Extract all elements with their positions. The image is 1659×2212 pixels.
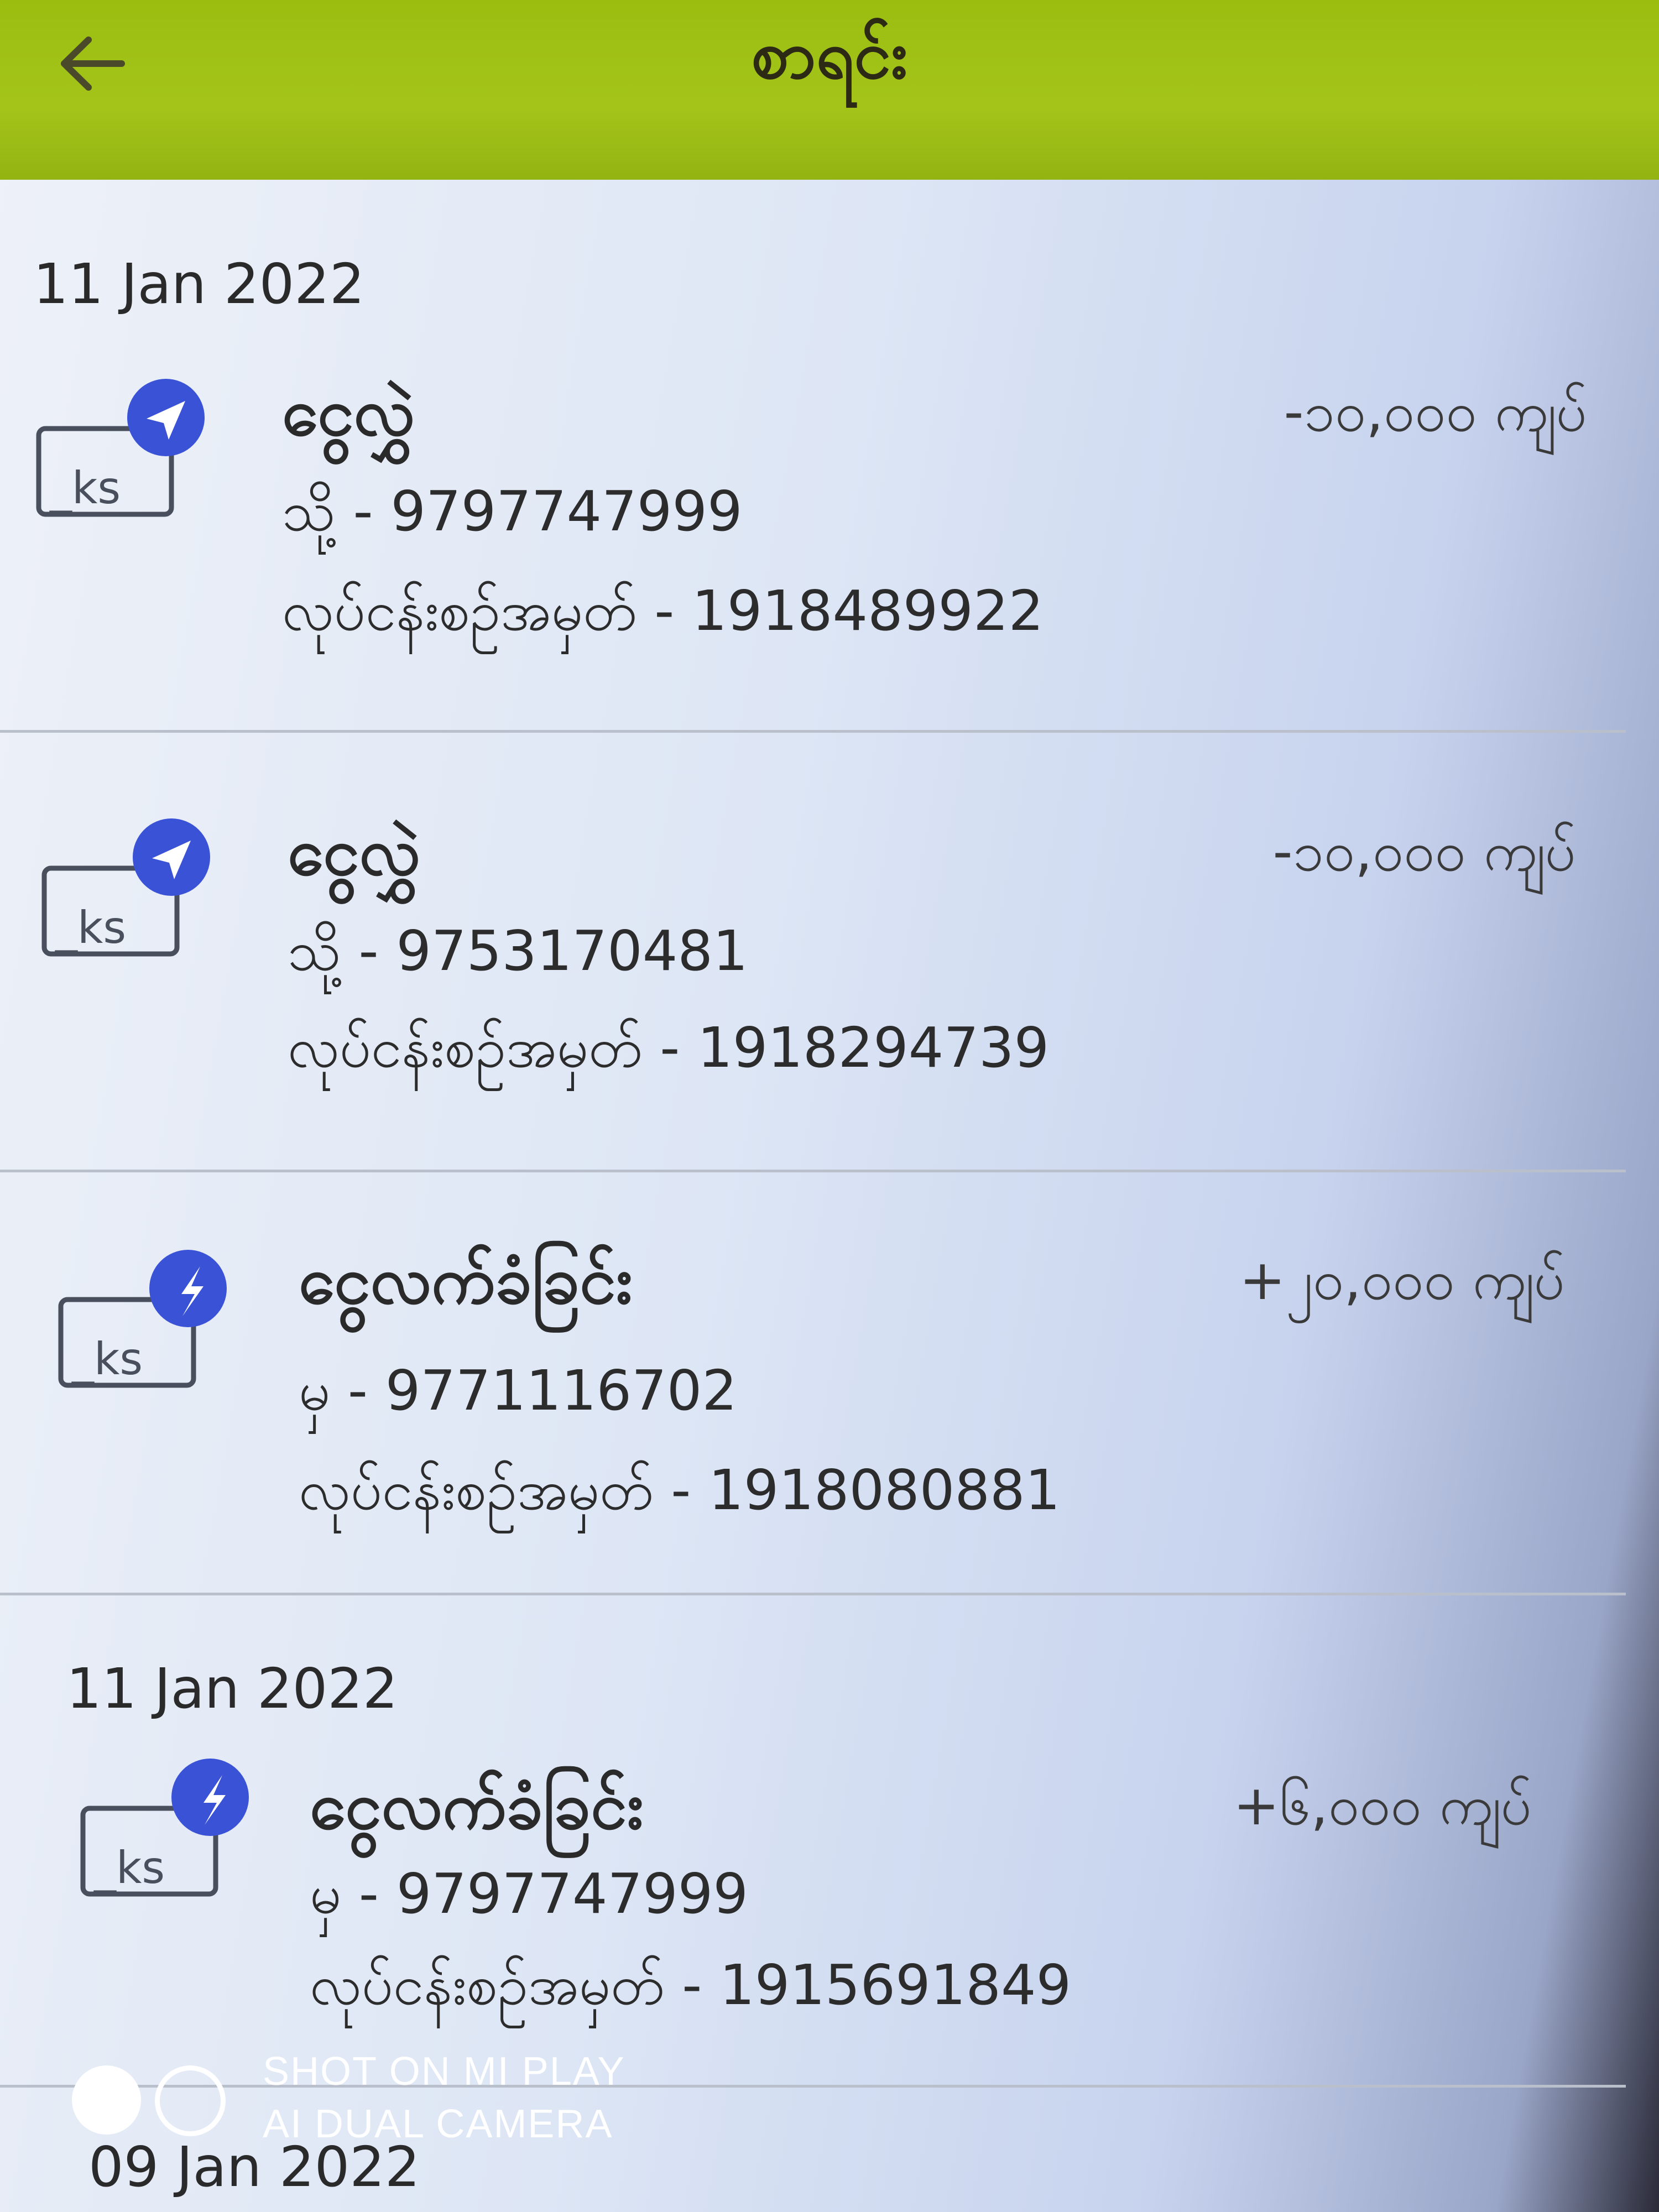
svg-text:_ks: _ks — [55, 902, 126, 953]
receive-money-icon: _ks — [55, 1239, 232, 1405]
transaction-id: လုပ်ငန်းစဉ်အမှတ် - 1918294739 — [288, 1015, 1050, 1080]
svg-text:_ks: _ks — [93, 1842, 165, 1893]
transaction-party: မှ - 9797747999 — [310, 1861, 749, 1926]
app-header: စာရင်း — [0, 0, 1659, 180]
transaction-id: လုပ်ငန်းစဉ်အမှတ် - 1915691849 — [310, 1953, 1072, 2017]
transaction-party: မှ - 9771116702 — [299, 1358, 738, 1423]
transaction-id: လုပ်ငန်းစဉ်အမှတ် - 1918080881 — [299, 1458, 1061, 1522]
svg-text:_ks: _ks — [49, 462, 121, 514]
transaction-type: ငွေလွှဲ — [282, 374, 415, 450]
svg-text:_ks: _ks — [71, 1333, 143, 1385]
watermark-line-1: SHOT ON MI PLAY — [263, 2049, 625, 2094]
watermark-ring-icon — [155, 2065, 226, 2136]
watermark-line-2: AI DUAL CAMERA — [263, 2102, 613, 2146]
watermark-dot-icon — [72, 2065, 141, 2135]
transaction-amount: -၁၀,၀၀၀ ကျပ် — [1272, 819, 1577, 884]
transaction-party: သို့ - 9753170481 — [288, 919, 748, 983]
transaction-type: ငွေလက်ခံခြင်း — [310, 1767, 644, 1844]
send-money-icon: _ks — [33, 368, 210, 534]
send-money-icon: _ks — [39, 807, 216, 973]
date-header: 11 Jan 2022 — [66, 1656, 398, 1721]
camera-watermark: SHOT ON MI PLAY AI DUAL CAMERA — [66, 2046, 730, 2173]
transaction-row[interactable]: _ks ငွေလွှဲ -၁၀,၀၀၀ ကျပ် သို့ - 97531704… — [0, 733, 1626, 1172]
date-header: 11 Jan 2022 — [33, 252, 365, 316]
transaction-amount: +၂၀,၀၀၀ ကျပ် — [1239, 1248, 1565, 1312]
transaction-amount: +၆,၀၀၀ ကျပ် — [1233, 1773, 1532, 1838]
transaction-amount: -၁၀,၀၀၀ ကျပ် — [1284, 379, 1588, 444]
transaction-row[interactable]: _ks ငွေလက်ခံခြင်း +၆,၀၀၀ ကျပ် မှ - 97977… — [0, 1747, 1626, 2088]
transaction-party: သို့ - 9797747999 — [282, 479, 743, 544]
transaction-type: ငွေလွှဲ — [288, 813, 421, 890]
transaction-id: လုပ်ငန်းစဉ်အမှတ် - 1918489922 — [282, 578, 1044, 643]
receive-money-icon: _ks — [77, 1747, 254, 1913]
transaction-row[interactable]: _ks ငွေလက်ခံခြင်း +၂၀,၀၀၀ ကျပ် မှ - 9771… — [0, 1172, 1626, 1595]
transaction-type: ငွေလက်ခံခြင်း — [299, 1242, 633, 1318]
page-title: စာရင်း — [751, 17, 908, 93]
transaction-row[interactable]: _ks ငွေလွှဲ -၁၀,၀၀၀ ကျပ် သို့ - 97977479… — [0, 354, 1626, 733]
